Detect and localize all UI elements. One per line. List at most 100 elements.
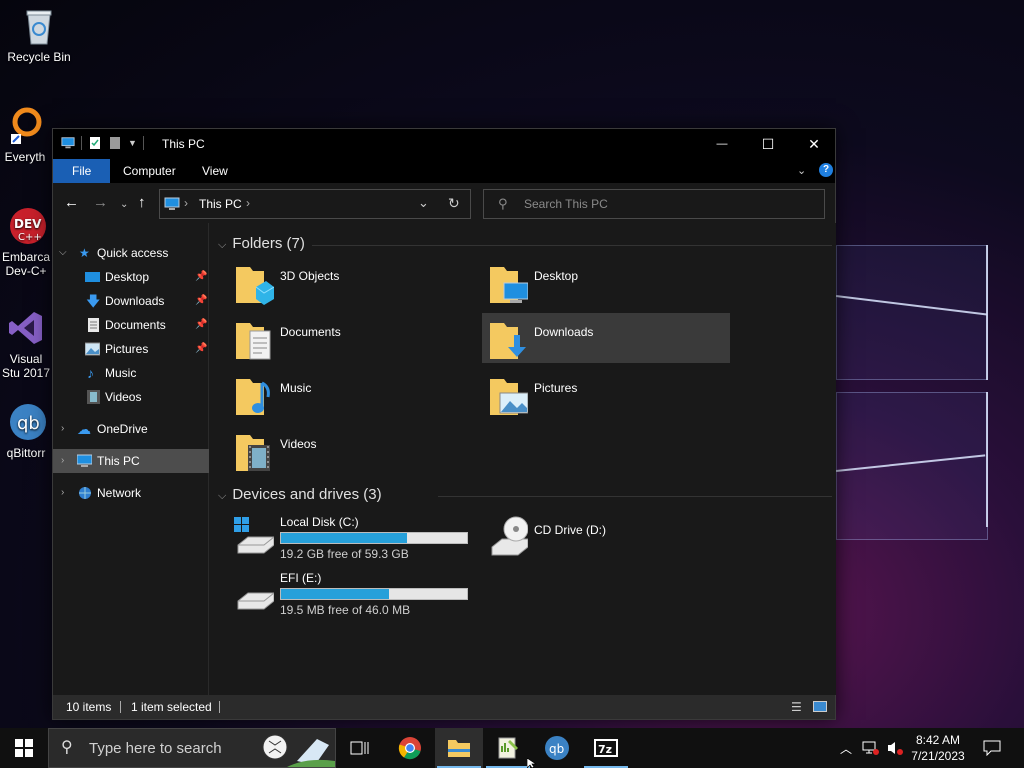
title-bar[interactable]: ▼ This PC — ☐ ✕ (53, 129, 835, 159)
address-bar[interactable]: › This PC › ⌄ ↻ (159, 189, 471, 219)
group-header-folders[interactable]: ⌵ Folders (7) (218, 235, 305, 252)
nav-item-desktop[interactable]: Desktop 📌 (53, 265, 209, 289)
folder-name: Pictures (534, 381, 578, 395)
nav-item-downloads[interactable]: 🡇 Downloads 📌 (53, 289, 209, 313)
close-button[interactable]: ✕ (791, 129, 837, 159)
breadcrumb-chevron-icon[interactable]: › (246, 196, 250, 210)
nav-item-documents[interactable]: Documents 📌 (53, 313, 209, 337)
pin-icon[interactable]: 📌 (195, 313, 207, 337)
music-note-icon: ♪ (87, 365, 94, 381)
folder-downloads[interactable]: Downloads (482, 313, 730, 363)
nav-label: Quick access (97, 246, 169, 260)
nav-item-this-pc[interactable]: › This PC (53, 449, 209, 473)
nav-item-music[interactable]: ♪ Music (53, 361, 209, 385)
item-count: 10 items (66, 700, 112, 714)
taskbar-app-qbittorrent[interactable]: qb (533, 728, 581, 768)
collapsed-chevron-icon[interactable]: › (61, 449, 64, 473)
explorer-window: ▼ This PC — ☐ ✕ File Computer View ⌄ ? ←… (52, 128, 836, 720)
taskbar-app-file-explorer[interactable] (435, 728, 483, 768)
clock[interactable]: 8:42 AM 7/21/2023 (906, 732, 970, 764)
tab-view[interactable]: View (188, 159, 242, 183)
folder-music[interactable]: Music (228, 369, 476, 419)
collapse-chevron-icon: ⌵ (218, 239, 227, 251)
group-divider (312, 245, 832, 246)
details-view-icon[interactable]: ☰ (791, 695, 802, 719)
desktop-icon-qbittorrent[interactable]: qb qBittorr (0, 402, 52, 460)
folder-name: 3D Objects (280, 269, 340, 283)
network-icon (79, 487, 91, 499)
taskbar-app-7zip[interactable]: 7z (582, 728, 630, 768)
nav-item-pictures[interactable]: Pictures 📌 (53, 337, 209, 361)
nav-item-onedrive[interactable]: › ☁ OneDrive (53, 417, 209, 441)
wallpaper-beam (986, 245, 988, 380)
help-button[interactable]: ? (819, 163, 833, 177)
expand-ribbon-chevron-icon[interactable]: ⌄ (797, 164, 806, 177)
nav-item-videos[interactable]: Videos (53, 385, 209, 409)
search-highlight-image-icon (262, 734, 335, 767)
nav-item-quick-access[interactable]: ⌵ ★ Quick access (53, 241, 209, 265)
taskbar-app-chrome[interactable] (386, 728, 434, 768)
separator (219, 701, 220, 713)
refresh-icon[interactable]: ↻ (448, 195, 460, 212)
pin-icon[interactable]: 📌 (195, 337, 207, 361)
properties-icon[interactable] (88, 136, 102, 150)
show-hidden-icons-button[interactable]: ︿ (836, 728, 856, 768)
tab-file[interactable]: File (53, 159, 111, 183)
taskbar-search-box[interactable]: ⚲ Type here to search (48, 728, 336, 768)
group-header-drives[interactable]: ⌵ Devices and drives (3) (218, 486, 382, 503)
task-view-button[interactable] (336, 728, 384, 768)
large-icons-view-icon[interactable] (813, 701, 827, 712)
up-arrow-icon[interactable]: ↑ (138, 195, 146, 211)
documents-folder-icon (236, 323, 271, 360)
breadcrumb-chevron-icon[interactable]: › (184, 196, 188, 210)
collapsed-chevron-icon[interactable]: › (61, 417, 64, 441)
ribbon-tabs: File Computer View ⌄ ? (53, 159, 835, 183)
desktop-icon-label: Everyth (4, 150, 46, 164)
drive-e[interactable]: EFI (E:) 19.5 MB free of 46.0 MB (228, 569, 476, 619)
collapsed-chevron-icon[interactable]: › (61, 481, 64, 505)
drive-free-space: 19.2 GB free of 59.3 GB (280, 547, 409, 561)
maximize-button[interactable]: ☐ (745, 129, 791, 159)
nav-label: This PC (97, 454, 140, 468)
folder-desktop[interactable]: Desktop (482, 257, 730, 307)
address-history-chevron-icon[interactable]: ⌄ (418, 195, 429, 211)
back-arrow-icon[interactable]: ← (64, 195, 79, 211)
desktop-icon-visual-studio[interactable]: Visual Stu 2017 (0, 308, 52, 380)
folder-pictures[interactable]: Pictures (482, 369, 730, 419)
svg-text:qb: qb (549, 742, 564, 756)
breadcrumb-this-pc[interactable]: This PC (199, 197, 242, 211)
pictures-icon (85, 342, 100, 356)
desktop-icon-everything[interactable]: Everyth (0, 106, 50, 164)
folder-videos[interactable]: Videos (228, 425, 476, 475)
pin-icon[interactable]: 📌 (195, 265, 207, 289)
group-title: Folders (7) (232, 235, 305, 252)
volume-button[interactable] (884, 728, 906, 768)
drive-usage-bar (280, 532, 468, 544)
drive-d[interactable]: CD Drive (D:) (482, 513, 730, 563)
desktop-icon-recycle-bin[interactable]: Recycle Bin (1, 6, 77, 64)
recent-locations-chevron-icon[interactable]: ⌄ (120, 197, 128, 213)
7zip-icon: 7z (594, 739, 618, 757)
search-box[interactable]: ⚲ Search This PC (483, 189, 825, 219)
folder-3d-objects[interactable]: 3D Objects (228, 257, 476, 307)
pin-icon[interactable]: 📌 (195, 289, 207, 313)
taskbar-app-notepad-plus[interactable] (484, 728, 532, 768)
nav-label: Videos (105, 390, 142, 404)
action-center-button[interactable] (978, 728, 1006, 768)
wallpaper-pane (836, 392, 988, 540)
group-title: Devices and drives (3) (232, 486, 382, 503)
customize-qat-chevron-icon[interactable]: ▼ (128, 138, 137, 148)
expanded-chevron-icon[interactable]: ⌵ (59, 241, 67, 265)
desktop-icon-dev-cpp[interactable]: DEV C++ Embarca Dev-C+ (0, 206, 52, 278)
forward-arrow-icon[interactable]: → (93, 195, 108, 211)
folder-documents[interactable]: Documents (228, 313, 476, 363)
start-button[interactable] (0, 728, 48, 768)
new-folder-icon[interactable] (108, 136, 122, 150)
nav-item-network[interactable]: › Network (53, 481, 209, 505)
minimize-button[interactable]: — (699, 129, 745, 159)
network-status-button[interactable] (860, 728, 882, 768)
tab-computer[interactable]: Computer (109, 159, 190, 183)
window-title: This PC (162, 137, 205, 151)
clock-date: 7/21/2023 (911, 749, 965, 763)
drive-c[interactable]: Local Disk (C:) 19.2 GB free of 59.3 GB (228, 513, 476, 563)
